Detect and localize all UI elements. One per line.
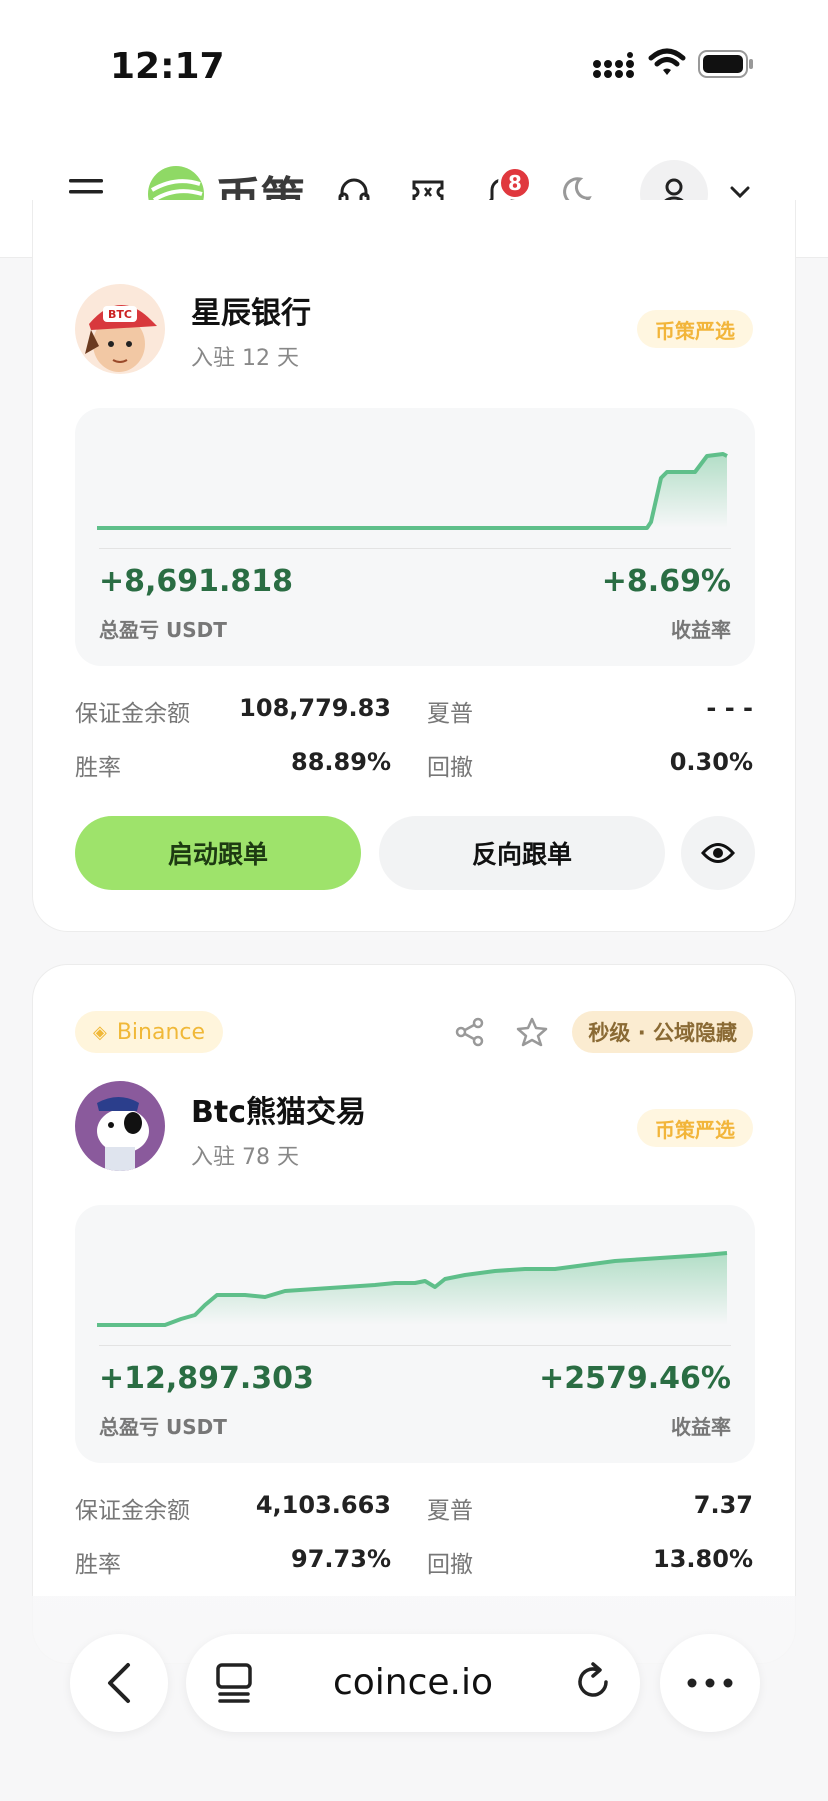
trader-joined-days: 入驻 12 天 bbox=[191, 346, 299, 371]
drawdown-value: 0.30% bbox=[669, 748, 753, 776]
winrate-value: 97.73% bbox=[291, 1545, 391, 1573]
url-text[interactable]: coince.io bbox=[186, 1662, 640, 1703]
wifi-icon bbox=[648, 48, 686, 82]
status-time: 12:17 bbox=[110, 46, 225, 87]
ellipsis-icon bbox=[687, 1678, 733, 1688]
margin-value: 4,103.663 bbox=[255, 1491, 391, 1519]
sharpe-label: 夏普 bbox=[427, 701, 473, 727]
chart-divider bbox=[99, 548, 731, 549]
margin-label: 保证金余额 bbox=[75, 701, 190, 727]
share-icon[interactable] bbox=[447, 1009, 493, 1055]
trader-card[interactable]: ◈ Binance 秒级 · 公域隐藏 Btc熊猫交易 入驻 78 天 币策严选… bbox=[32, 964, 796, 1664]
roi-label: 收益率 bbox=[671, 618, 731, 642]
status-bar: 12:17 bbox=[0, 0, 828, 130]
winrate-label: 胜率 bbox=[75, 1552, 121, 1578]
watch-button[interactable] bbox=[681, 816, 755, 890]
drawdown-label: 回撤 bbox=[427, 755, 473, 781]
roi-value: +2579.46% bbox=[539, 1361, 731, 1396]
visibility-tag: 秒级 · 公域隐藏 bbox=[572, 1011, 753, 1053]
total-pnl-value: +8,691.818 bbox=[99, 564, 294, 599]
margin-value: 108,779.83 bbox=[239, 694, 391, 722]
roi-value: +8.69% bbox=[601, 564, 731, 599]
sharpe-value: - - - bbox=[706, 694, 753, 722]
drawdown-label: 回撤 bbox=[427, 1552, 473, 1578]
trader-name[interactable]: 星辰银行 bbox=[191, 288, 311, 332]
chart-divider bbox=[99, 1345, 731, 1346]
winrate-label: 胜率 bbox=[75, 755, 121, 781]
trader-avatar bbox=[75, 1081, 165, 1171]
exchange-name: Binance bbox=[116, 1019, 206, 1045]
total-pnl-value: +12,897.303 bbox=[99, 1361, 314, 1396]
svg-text:BTC: BTC bbox=[108, 308, 132, 321]
sharpe-value: 7.37 bbox=[693, 1491, 753, 1519]
curated-badge: 币策严选 bbox=[637, 1109, 753, 1147]
winrate-value: 88.89% bbox=[291, 748, 391, 776]
chevron-left-icon bbox=[108, 1663, 130, 1703]
back-button[interactable] bbox=[70, 1634, 168, 1732]
reload-icon[interactable] bbox=[574, 1660, 614, 1704]
sharpe-label: 夏普 bbox=[427, 1498, 473, 1524]
reverse-copy-button[interactable]: 反向跟单 bbox=[379, 816, 665, 890]
curated-badge: 币策严选 bbox=[637, 310, 753, 348]
trader-card[interactable]: BTC 星辰银行 入驻 12 天 币策严选 +8,691.818 总盈亏 USD… bbox=[32, 200, 796, 932]
start-copy-button[interactable]: 启动跟单 bbox=[75, 816, 361, 890]
exchange-badge: ◈ Binance bbox=[75, 1011, 224, 1053]
star-icon[interactable] bbox=[509, 1009, 555, 1055]
pnl-chart: +12,897.303 总盈亏 USDT +2579.46% 收益率 bbox=[75, 1205, 755, 1463]
margin-label: 保证金余额 bbox=[75, 1498, 190, 1524]
cellular-signal-icon bbox=[592, 52, 638, 84]
eye-icon bbox=[701, 843, 735, 863]
roi-label: 收益率 bbox=[671, 1415, 731, 1439]
binance-icon: ◈ bbox=[93, 1021, 107, 1043]
drawdown-value: 13.80% bbox=[653, 1545, 753, 1573]
trader-avatar: BTC bbox=[75, 284, 165, 374]
total-pnl-label: 总盈亏 USDT bbox=[99, 1415, 227, 1439]
total-pnl-label: 总盈亏 USDT bbox=[99, 618, 227, 642]
browser-toolbar: coince.io bbox=[0, 1596, 828, 1801]
more-button[interactable] bbox=[660, 1634, 760, 1732]
address-bar[interactable]: coince.io bbox=[186, 1634, 640, 1732]
pnl-line-chart bbox=[97, 1251, 728, 1327]
battery-icon bbox=[698, 50, 754, 82]
trader-name[interactable]: Btc熊猫交易 bbox=[191, 1087, 366, 1131]
pnl-chart: +8,691.818 总盈亏 USDT +8.69% 收益率 bbox=[75, 408, 755, 666]
notification-badge: 8 bbox=[498, 166, 532, 200]
pnl-line-chart bbox=[97, 452, 728, 530]
trader-joined-days: 入驻 78 天 bbox=[191, 1145, 299, 1170]
